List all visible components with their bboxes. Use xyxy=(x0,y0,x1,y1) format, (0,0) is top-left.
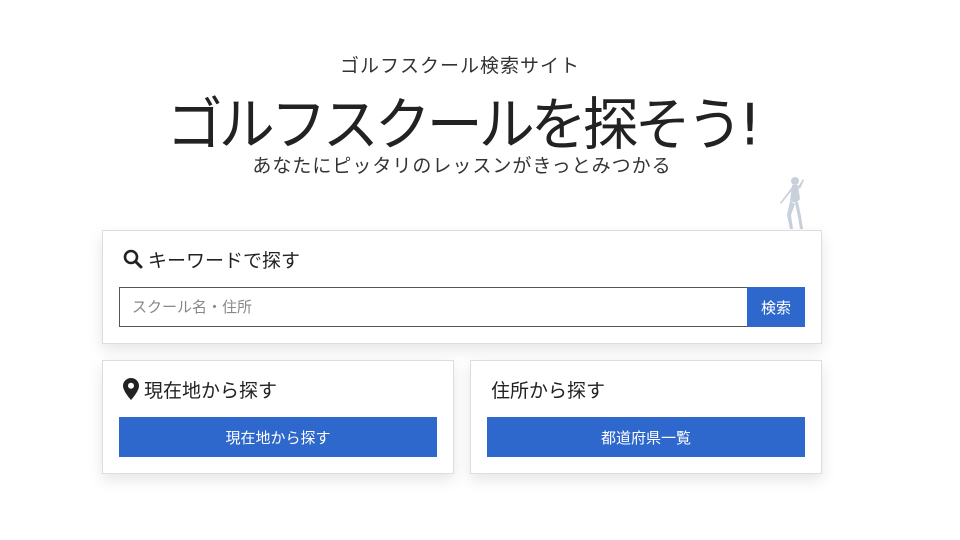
search-icon xyxy=(123,249,143,269)
current-location-button[interactable]: 現在地から探す xyxy=(119,417,437,457)
keyword-search-form: 検索 xyxy=(119,287,805,327)
page-title: ゴルフスクールを探そう! xyxy=(166,92,761,159)
golfer-illustration xyxy=(780,177,805,232)
address-search-heading: 住所から探す xyxy=(491,377,606,402)
location-search-card: 現在地から探す 現在地から探す xyxy=(102,360,454,474)
hero-subtitle: ゴルフスクール検索サイト xyxy=(339,55,580,77)
keyword-search-heading-label: キーワードで探す xyxy=(148,249,301,272)
search-button[interactable]: 検索 xyxy=(747,287,805,327)
address-search-heading-label: 住所から探す xyxy=(491,379,606,402)
location-search-heading-label: 現在地から探す xyxy=(144,379,278,402)
search-input[interactable] xyxy=(119,287,747,327)
map-pin-icon xyxy=(123,378,139,400)
location-search-heading: 現在地から探す xyxy=(123,377,278,402)
keyword-search-heading: キーワードで探す xyxy=(123,247,301,272)
prefecture-list-button[interactable]: 都道府県一覧 xyxy=(487,417,805,457)
keyword-search-card: キーワードで探す 検索 xyxy=(102,230,822,344)
address-search-card: 住所から探す 都道府県一覧 xyxy=(470,360,822,474)
